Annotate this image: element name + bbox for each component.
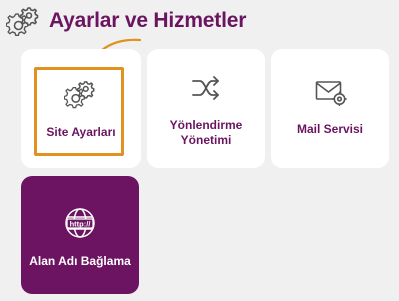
card-label: Mail Servisi <box>296 122 364 136</box>
http-globe-icon: http:// <box>65 208 95 238</box>
card-label: Alan Adı Bağlama <box>29 254 131 268</box>
card-site-settings[interactable]: Site Ayarları <box>21 49 141 168</box>
card-mail-service[interactable]: Mail Servisi <box>271 49 389 168</box>
mail-settings-icon <box>315 81 347 106</box>
card-label: Site Ayarları <box>46 125 116 139</box>
page: Ayarlar ve Hizmetler Site Ayarları Yönle… <box>0 0 399 301</box>
card-redirect-management[interactable]: Yönlendirme Yönetimi <box>147 49 265 168</box>
card-domain-binding[interactable]: http:// Alan Adı Bağlama <box>21 176 139 294</box>
gears-icon <box>6 7 39 37</box>
gears-icon <box>64 81 95 109</box>
svg-text:http://: http:// <box>70 219 92 228</box>
page-title: Ayarlar ve Hizmetler <box>49 9 247 32</box>
card-label-line-1: Yönlendirme <box>169 118 243 132</box>
card-label-line-2: Yönetimi <box>180 133 232 147</box>
shuffle-icon <box>192 76 219 100</box>
